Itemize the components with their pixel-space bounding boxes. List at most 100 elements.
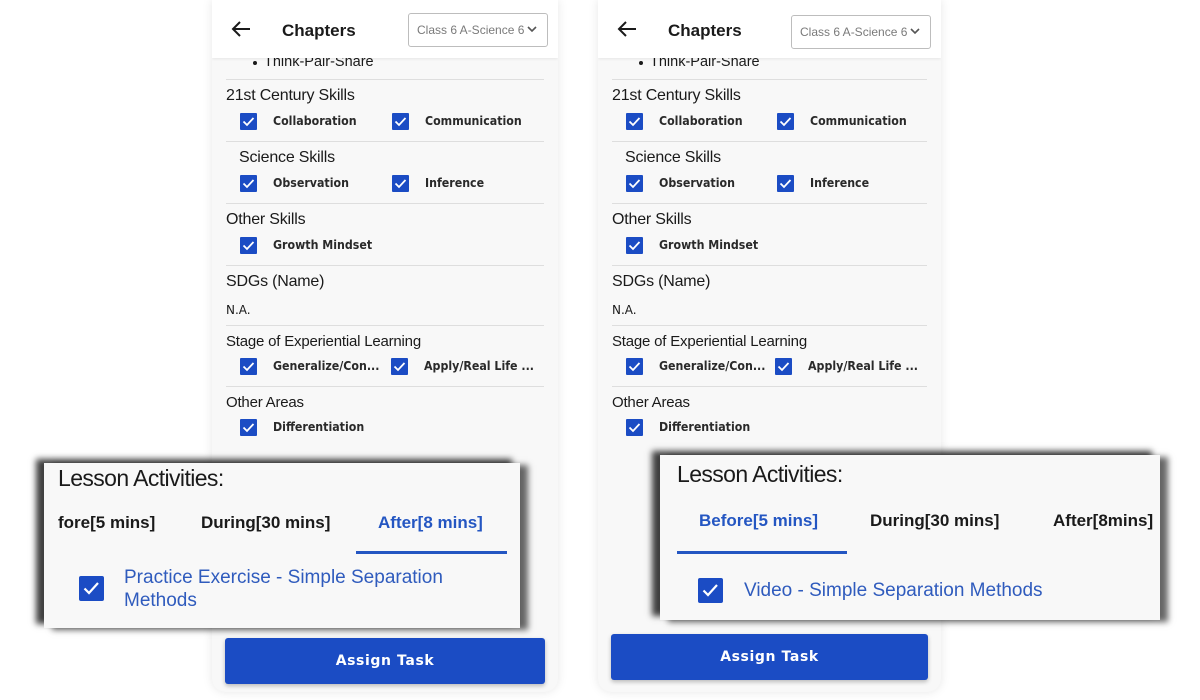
section-title: Stage of Experiential Learning — [612, 333, 807, 350]
check-icon — [628, 422, 641, 432]
section-title: SDGs (Name) — [612, 273, 711, 290]
section-title: Science Skills — [625, 149, 721, 166]
back-arrow-icon[interactable] — [616, 18, 638, 40]
lesson-activities-heading: Lesson Activities: — [58, 465, 224, 491]
lesson-activities-zoom-callout: Lesson Activities: fore[5 mins] During[3… — [44, 463, 520, 628]
chevron-down-icon — [910, 28, 920, 35]
section-21st-century-skills: 21st Century Skills Collaboration Commun… — [612, 79, 927, 141]
activity-checkbox[interactable] — [79, 576, 104, 601]
checkbox-checked[interactable] — [626, 112, 643, 130]
check-icon — [628, 116, 641, 126]
section-stage-experiential-learning: Stage of Experiential Learning Generaliz… — [226, 325, 544, 386]
section-title: SDGs (Name) — [226, 273, 325, 290]
checkbox-label: Observation — [659, 176, 735, 190]
check-icon — [242, 361, 255, 371]
activity-label-line: Methods — [124, 590, 197, 611]
checkbox-checked[interactable] — [774, 357, 792, 375]
checkbox-checked[interactable] — [626, 418, 643, 436]
active-tab-indicator — [356, 551, 507, 554]
chapter-details: Flipped Learning Think-Pair-Share 21st C… — [598, 44, 941, 447]
page-title: Chapters — [668, 21, 742, 40]
class-select-value: Class 6 A-Science 6 — [800, 25, 908, 39]
section-other-areas: Other Areas Differentiation — [226, 386, 544, 447]
section-title: Other Areas — [226, 394, 304, 411]
check-icon — [242, 240, 255, 250]
checkbox-label: Observation — [273, 176, 349, 190]
check-icon — [777, 361, 789, 371]
section-other-skills: Other Skills Growth Mindset — [226, 203, 544, 265]
checkbox-label: Communication — [425, 114, 522, 128]
tab-after[interactable]: After[8 mins] — [378, 513, 483, 533]
activity-item-label[interactable]: Video - Simple Separation Methods — [744, 579, 1043, 602]
checkbox-checked[interactable] — [776, 112, 794, 130]
checkbox-checked[interactable] — [626, 357, 643, 375]
checkbox-label: Collaboration — [273, 114, 357, 128]
check-icon — [83, 582, 99, 595]
section-stage-experiential-learning: Stage of Experiential Learning Generaliz… — [612, 325, 927, 386]
checkbox-checked[interactable] — [240, 112, 257, 130]
checkbox-checked[interactable] — [626, 174, 643, 192]
page-title: Chapters — [282, 21, 356, 40]
checkbox-label: Apply/Real Life ... — [807, 359, 918, 373]
section-21st-century-skills: 21st Century Skills Collaboration Commun… — [226, 79, 544, 141]
checkbox-label: Generalize/Con... — [659, 359, 766, 373]
sdgs-value: N.A. — [226, 303, 251, 317]
lesson-activities-zoom-callout: Lesson Activities: Before[5 mins] During… — [660, 455, 1160, 620]
section-title: Science Skills — [239, 149, 335, 166]
checkbox-checked[interactable] — [391, 357, 409, 375]
app-header: Chapters Class 6 A-Science 6 — [598, 0, 941, 58]
check-icon — [242, 116, 255, 126]
tab-during[interactable]: During[30 mins] — [870, 511, 999, 531]
check-icon — [779, 116, 791, 126]
checkbox-label: Generalize/Con... — [273, 359, 380, 373]
tab-after[interactable]: After[8mins] — [1053, 511, 1153, 531]
chevron-down-icon — [527, 26, 537, 33]
checkbox-checked[interactable] — [240, 174, 257, 192]
checkbox-label: Collaboration — [659, 114, 743, 128]
checkbox-checked[interactable] — [240, 236, 257, 254]
check-icon — [242, 422, 255, 432]
checkbox-checked[interactable] — [776, 174, 794, 192]
activity-item-label[interactable]: Practice Exercise - Simple Separation Me… — [124, 566, 443, 612]
sdgs-value: N.A. — [612, 303, 637, 317]
section-sdgs: SDGs (Name) N.A. — [612, 265, 927, 325]
section-title: 21st Century Skills — [612, 87, 741, 104]
section-title: Other Skills — [612, 211, 692, 228]
checkbox-label: Inference — [425, 176, 485, 190]
section-title: 21st Century Skills — [226, 87, 355, 104]
assign-task-button[interactable]: Assign Task — [225, 638, 545, 684]
section-title: Stage of Experiential Learning — [226, 333, 421, 350]
back-arrow-icon[interactable] — [230, 18, 252, 40]
tab-before[interactable]: fore[5 mins] — [58, 513, 155, 533]
checkbox-label: Growth Mindset — [273, 238, 373, 252]
section-science-skills: Science Skills Observation Inference — [612, 141, 927, 203]
checkbox-label: Differentiation — [273, 420, 365, 434]
activity-label-line: Practice Exercise - Simple Separation — [124, 567, 443, 588]
class-select-dropdown[interactable]: Class 6 A-Science 6 — [408, 13, 548, 47]
activity-checkbox[interactable] — [698, 578, 723, 603]
checkbox-checked[interactable] — [240, 357, 257, 375]
section-title: Other Skills — [226, 211, 306, 228]
checkbox-checked[interactable] — [392, 174, 409, 192]
check-icon — [394, 116, 407, 126]
section-sdgs: SDGs (Name) N.A. — [226, 265, 544, 325]
assign-task-button[interactable]: Assign Task — [611, 634, 928, 680]
section-other-areas: Other Areas Differentiation — [612, 386, 927, 447]
checkbox-checked[interactable] — [626, 236, 643, 254]
checkbox-label: Differentiation — [659, 420, 751, 434]
check-icon — [394, 178, 407, 188]
app-header: Chapters Class 6 A-Science 6 — [212, 0, 558, 58]
tab-during[interactable]: During[30 mins] — [201, 513, 330, 533]
tab-before[interactable]: Before[5 mins] — [699, 511, 818, 531]
chapter-details: Flipped Learning Think-Pair-Share 21st C… — [212, 44, 558, 447]
active-tab-indicator — [677, 551, 847, 554]
check-icon — [242, 178, 255, 188]
checkbox-checked[interactable] — [240, 418, 257, 436]
checkbox-label: Communication — [809, 114, 907, 128]
class-select-dropdown[interactable]: Class 6 A-Science 6 — [791, 15, 931, 49]
section-other-skills: Other Skills Growth Mindset — [612, 203, 927, 265]
class-select-value: Class 6 A-Science 6 — [417, 23, 525, 37]
checkbox-checked[interactable] — [392, 112, 409, 130]
check-icon — [702, 584, 718, 597]
section-title: Other Areas — [612, 394, 690, 411]
